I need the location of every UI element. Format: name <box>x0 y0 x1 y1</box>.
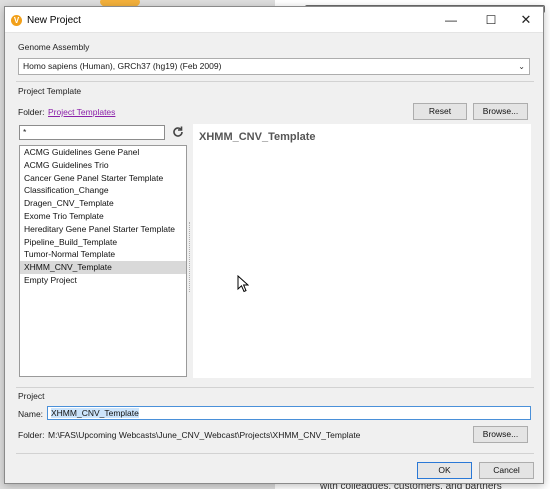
divider <box>16 387 534 388</box>
project-name-input[interactable]: XHMM_CNV_Template <box>47 406 531 420</box>
template-preview-title: XHMM_CNV_Template <box>199 131 316 143</box>
window-title: New Project <box>27 15 81 26</box>
divider <box>16 81 534 82</box>
template-list[interactable]: ACMG Guidelines Gene Panel ACMG Guideline… <box>19 145 187 377</box>
genome-assembly-value: Homo sapiens (Human), GRCh37 (hg19) (Feb… <box>23 61 222 71</box>
template-list-item[interactable]: Classification_Change <box>20 184 186 197</box>
close-icon[interactable]: ✕ <box>508 7 544 33</box>
template-folder-link[interactable]: Project Templates <box>48 107 115 117</box>
project-template-label: Project Template <box>18 86 82 96</box>
template-list-item[interactable]: Exome Trio Template <box>20 210 186 223</box>
template-list-item[interactable]: Tumor-Normal Template <box>20 248 186 261</box>
template-list-item[interactable]: Pipeline_Build_Template <box>20 236 186 249</box>
cancel-button[interactable]: Cancel <box>479 462 534 479</box>
project-browse-button[interactable]: Browse... <box>473 426 528 443</box>
app-logo-icon: V <box>11 15 22 26</box>
template-browse-button[interactable]: Browse... <box>473 103 528 120</box>
project-folder-path: M:\FAS\Upcoming Webcasts\June_CNV_Webcas… <box>48 430 361 440</box>
template-list-item[interactable]: ACMG Guidelines Trio <box>20 159 186 172</box>
splitter-handle[interactable] <box>189 222 191 292</box>
ok-button[interactable]: OK <box>417 462 472 479</box>
genome-assembly-label: Genome Assembly <box>18 42 90 52</box>
template-preview-pane: XHMM_CNV_Template <box>193 124 531 378</box>
template-list-item[interactable]: Cancer Gene Panel Starter Template <box>20 172 186 185</box>
chevron-down-icon: ⌄ <box>518 62 525 71</box>
minimize-icon[interactable]: — <box>433 7 469 33</box>
project-name-label: Name: <box>18 409 44 419</box>
project-name-value: XHMM_CNV_Template <box>51 408 139 418</box>
template-list-item[interactable]: XHMM_CNV_Template <box>20 261 186 274</box>
template-list-item[interactable]: Dragen_CNV_Template <box>20 197 186 210</box>
maximize-icon[interactable]: ☐ <box>473 7 509 33</box>
title-bar: V New Project — ☐ ✕ <box>5 7 543 33</box>
template-list-item[interactable]: Empty Project <box>20 274 186 287</box>
template-folder-label: Folder: <box>18 107 45 117</box>
divider <box>16 453 534 454</box>
reset-button[interactable]: Reset <box>413 103 467 120</box>
project-label: Project <box>18 391 45 401</box>
template-list-item[interactable]: ACMG Guidelines Gene Panel <box>20 146 186 159</box>
genome-assembly-select[interactable]: Homo sapiens (Human), GRCh37 (hg19) (Feb… <box>18 58 530 75</box>
project-folder-label: Folder: <box>18 430 45 440</box>
template-list-item[interactable]: Hereditary Gene Panel Starter Template <box>20 223 186 236</box>
refresh-icon[interactable] <box>171 125 185 139</box>
new-project-dialog: V New Project — ☐ ✕ Genome Assembly Homo… <box>4 6 544 484</box>
template-filter-input[interactable]: * <box>19 125 165 140</box>
mouse-cursor-icon <box>237 275 249 293</box>
